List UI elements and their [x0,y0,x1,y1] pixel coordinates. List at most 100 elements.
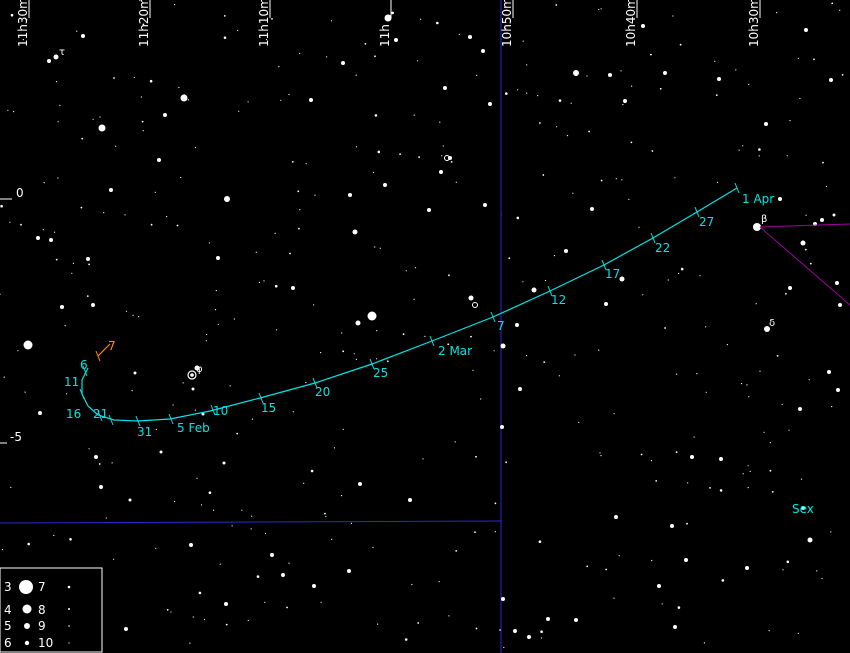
star [798,407,802,411]
star [439,170,443,174]
faint-star [676,373,678,375]
star [133,371,137,375]
faint-star [705,391,707,393]
faint-star [771,491,774,493]
faint-star [9,221,11,223]
faint-star [570,102,572,104]
faint-star [470,335,472,338]
star [500,343,506,349]
faint-star [55,258,58,261]
faint-star [726,344,729,346]
faint-star [105,517,107,519]
star [501,597,505,601]
faint-star [556,126,558,128]
faint-star [763,431,765,433]
star [778,197,782,201]
faint-star [721,579,725,582]
faint-star [631,85,633,87]
faint-star [638,226,640,228]
faint-star [661,603,663,605]
faint-star [355,74,357,76]
faint-star [705,326,707,328]
faint-star [436,21,439,25]
faint-star [418,156,420,159]
star [574,618,578,622]
faint-star [274,284,278,288]
faint-star [149,79,153,83]
faint-star [81,137,84,140]
star [180,94,188,102]
path-date-label: 20 [315,385,330,399]
faint-star [305,163,307,165]
faint-star [391,11,395,15]
faint-star [350,522,353,525]
faint-star [735,69,737,71]
faint-star [192,616,194,618]
faint-star [141,120,144,123]
faint-star [241,509,243,511]
faint-star [131,390,133,392]
star [109,188,113,192]
faint-star [55,81,58,83]
faint-star [598,8,600,11]
faint-star [324,512,326,515]
faint-star [715,94,718,96]
faint-star [642,294,644,296]
path-date-label: 15 [261,401,276,415]
double-star-core [190,373,194,377]
faint-star [140,96,142,98]
star [383,183,387,187]
path-date-label: 17 [605,267,620,281]
faint-star [214,309,217,311]
faint-star [98,463,101,465]
faint-star [99,116,101,118]
legend-magnitude-label: 5 [4,619,12,633]
faint-star [374,114,378,117]
star [745,566,749,570]
faint-star [223,36,227,39]
dec-axis-label: 0 [16,186,24,200]
faint-star [441,155,443,157]
star [573,70,579,76]
faint-star [503,646,505,649]
faint-star [674,177,676,179]
faint-star [386,360,389,363]
faint-star [194,409,196,411]
faint-star [424,335,426,337]
faint-star [450,161,453,163]
faint-star [298,227,300,230]
faint-star [628,198,630,200]
faint-star [703,642,706,644]
faint-star [155,547,157,549]
faint-star [271,18,273,20]
faint-star [372,171,374,173]
path-date-label: 5 Feb [177,421,210,435]
faint-star [600,179,603,182]
faint-star [494,502,497,505]
faint-star [353,353,355,355]
faint-star [113,558,115,560]
faint-star [841,74,844,76]
legend-star-symbol [68,642,70,644]
faint-star [493,350,495,352]
ra-axis-label: 11h30m [16,0,30,47]
faint-star [586,565,589,568]
faint-star [231,525,233,527]
faint-star [325,515,327,518]
faint-star [3,376,5,378]
faint-star [476,74,478,76]
faint-star [219,563,221,565]
faint-star [749,470,751,472]
faint-star [303,482,305,484]
faint-star [455,181,457,183]
faint-star [111,462,113,464]
faint-star [280,99,282,101]
faint-star [558,99,562,102]
star [719,457,723,461]
faint-star [439,121,441,123]
faint-star [651,150,654,152]
faint-star [566,135,569,137]
faint-star [526,92,528,94]
star [124,627,128,631]
legend-magnitude-label: 4 [4,603,12,617]
